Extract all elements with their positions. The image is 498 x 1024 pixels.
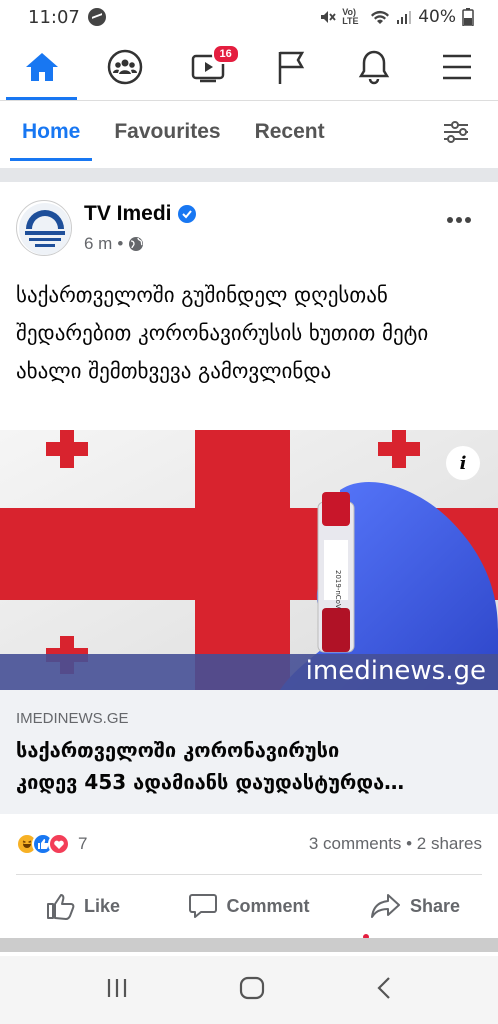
page-name: TV Imedi [84, 202, 172, 225]
ad-info-icon[interactable]: i [446, 446, 480, 480]
comments-shares-count[interactable]: 3 comments • 2 shares [309, 834, 482, 854]
page-name-link[interactable]: TV Imedi [84, 202, 196, 226]
link-preview[interactable]: IMEDINEWS.GE საქართველოში კორონავირუსი კ… [0, 690, 498, 814]
like-button[interactable]: Like [0, 880, 166, 932]
system-navigation-bar [0, 956, 498, 1024]
home-square-icon [239, 976, 265, 999]
post-header: TV Imedi 6 m • [0, 196, 498, 266]
nav-tab-notifications[interactable] [332, 34, 415, 100]
wifi-icon [371, 10, 390, 24]
post-options-button[interactable] [446, 204, 472, 230]
nav-tab-menu[interactable] [415, 34, 498, 100]
actions-divider [16, 874, 482, 875]
comment-button[interactable]: Comment [166, 880, 332, 932]
post-image[interactable]: 2019-nCoV i imedinews.ge [0, 430, 498, 690]
post-meta: 6 m • [84, 234, 144, 254]
nav-tab-home[interactable] [0, 34, 83, 100]
image-watermark: imedinews.ge [305, 656, 486, 686]
post-text: საქართველოში გუშინდელ დღესთან შედარებით … [16, 283, 429, 383]
share-arrow-icon [370, 894, 400, 918]
tv-imedi-logo [19, 203, 71, 255]
reaction-icons [16, 833, 70, 855]
recent-apps-icon [107, 978, 127, 997]
nav-tab-watch[interactable]: 16 [166, 34, 249, 100]
link-domain: IMEDINEWS.GE [16, 710, 129, 727]
volte-indicator: Vo) LTE [342, 7, 359, 26]
menu-icon [442, 54, 471, 80]
feed-separator [0, 168, 498, 182]
back-button[interactable] [375, 976, 393, 1005]
thumbs-up-icon [46, 894, 75, 920]
mute-icon [321, 11, 336, 23]
feed-separator-bottom [0, 938, 498, 952]
recent-apps-button[interactable] [105, 976, 129, 1005]
bell-icon [358, 50, 389, 85]
nav-tab-pages[interactable] [249, 34, 332, 100]
groups-icon [107, 49, 142, 85]
status-bar: 11:07 Vo) LTE 40% [0, 0, 498, 34]
reactions-summary[interactable]: 7 3 comments • 2 shares [16, 826, 482, 862]
signal-icon [397, 11, 412, 24]
comment-icon [189, 894, 218, 918]
battery-icon [462, 8, 474, 26]
top-navigation: 16 [0, 34, 498, 100]
globe-icon [129, 237, 144, 251]
love-reaction-icon [48, 833, 70, 855]
post-time[interactable]: 6 m [84, 234, 112, 254]
like-label: Like [83, 895, 121, 916]
comment-label: Comment [226, 895, 310, 916]
sliders-icon [444, 121, 468, 143]
post-actions: Like Comment Share [0, 880, 498, 932]
nav-tab-groups[interactable] [83, 34, 166, 100]
georgian-flag-photo: 2019-nCoV [0, 430, 498, 690]
watch-notification-badge: 16 [211, 44, 240, 64]
tab-recent[interactable]: Recent [243, 101, 337, 163]
home-icon [25, 53, 58, 81]
tab-home[interactable]: Home [10, 101, 93, 163]
link-title: საქართველოში კორონავირუსი კიდევ 453 ადამ… [16, 738, 405, 794]
page-avatar[interactable] [16, 200, 72, 256]
feed-tabs: Home Favourites Recent [0, 101, 498, 163]
tube-label: 2019-nCoV [334, 570, 342, 609]
battery-percent: 40% [418, 7, 456, 27]
feed-filter-button[interactable] [442, 120, 470, 149]
tab-favourites[interactable]: Favourites [102, 101, 232, 163]
pages-flag-icon [278, 51, 304, 84]
home-system-button[interactable] [239, 975, 265, 1006]
status-icons: Vo) LTE 40% [318, 7, 474, 27]
verified-badge-icon [177, 205, 196, 223]
messenger-notification-icon [87, 8, 106, 26]
meta-dot: • [117, 234, 124, 253]
status-time: 11:07 [28, 6, 80, 28]
share-label: Share [409, 895, 461, 916]
share-button[interactable]: Share [332, 880, 498, 932]
back-chevron-icon [377, 976, 390, 999]
reaction-count: 7 [78, 834, 88, 853]
more-horizontal-icon [447, 217, 471, 223]
